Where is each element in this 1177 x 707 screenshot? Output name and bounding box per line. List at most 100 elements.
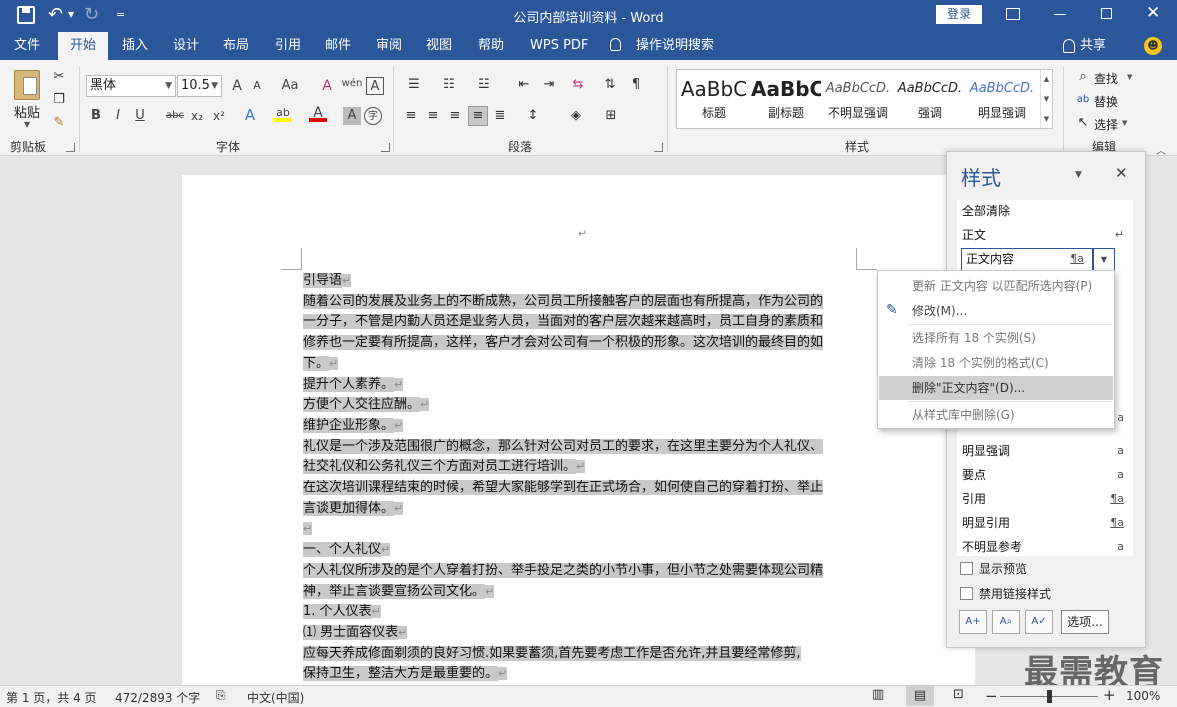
menu-delete-style[interactable]: 删除"正文内容"(D)... <box>879 376 1113 400</box>
replace-button[interactable]: 替换 <box>1094 93 1118 110</box>
smiley-icon[interactable]: ☻ <box>1144 37 1162 55</box>
justify-icon[interactable]: ≡ <box>468 106 488 126</box>
character-shading-icon[interactable]: A <box>343 107 361 125</box>
change-case-icon[interactable]: Aa <box>278 77 302 95</box>
strikethrough-button[interactable]: abc <box>163 107 187 125</box>
zoom-out-icon[interactable]: − <box>985 687 998 705</box>
multilevel-list-icon[interactable]: ☳ <box>473 76 495 94</box>
style-item-clear-all[interactable]: 全部清除 <box>962 199 1132 223</box>
document-paragraph[interactable]: 社交礼仪和公务礼仪三个方面对员工进行培训。↵ <box>303 457 586 477</box>
select-button[interactable]: 选择 <box>1094 116 1118 133</box>
document-paragraph[interactable]: 下。↵ <box>303 354 339 374</box>
style-item-strong[interactable]: 要点 a <box>962 463 1132 487</box>
document-paragraph[interactable]: 在这次培训课程结束的时候，希望大家能够学到在正式场合，如何使自己的穿着打扮、举止 <box>303 478 824 498</box>
menu-modify[interactable]: 修改(M)... <box>879 299 1113 323</box>
tab-references[interactable]: 引用 <box>265 32 311 60</box>
font-size-combo[interactable]: 10.5 ▼ <box>177 75 222 97</box>
paste-dropdown-icon[interactable]: ▼ <box>24 120 30 129</box>
document-paragraph[interactable]: 应每天养成修面剃须的良好习惯.如果要蓄须,首先要考虑工作是否允许,并且要经常修剪… <box>303 644 801 664</box>
paste-button[interactable]: 粘贴 <box>14 102 40 121</box>
zoom-level[interactable]: 100% <box>1126 689 1160 703</box>
subscript-button[interactable]: x₂ <box>188 107 206 125</box>
minimize-icon[interactable] <box>1054 14 1066 15</box>
font-name-combo[interactable]: 黑体 ▼ <box>86 75 176 97</box>
select-dropdown-icon[interactable]: ▼ <box>1122 119 1127 127</box>
bold-button[interactable]: B <box>87 107 105 125</box>
share-button[interactable]: 共享 <box>1070 32 1116 60</box>
find-button[interactable]: 查找 <box>1094 70 1118 87</box>
shading-icon[interactable]: ◈ <box>565 107 587 125</box>
read-mode-icon[interactable]: ▥ <box>872 687 884 702</box>
document-paragraph[interactable]: 一分子，不管是内勤人员还是业务人员，当面对的客户层次越来越高时，员工自身的素质和 <box>303 312 824 332</box>
phonetic-guide-icon[interactable]: wén <box>340 75 364 93</box>
manage-styles-icon[interactable]: A✓ <box>1025 610 1053 634</box>
options-button[interactable]: 选项... <box>1061 610 1109 634</box>
italic-button[interactable]: I <box>109 107 127 125</box>
line-spacing-icon[interactable]: ↕ <box>522 107 544 125</box>
numbering-icon[interactable]: ☷ <box>438 76 460 94</box>
show-preview-checkbox[interactable] <box>960 562 973 575</box>
document-paragraph[interactable]: 维护企业形象。↵ <box>303 416 404 436</box>
document-paragraph[interactable]: 一、个人礼仪↵ <box>303 540 391 560</box>
document-page[interactable]: ↵ <box>182 175 975 685</box>
style-inspector-icon[interactable]: A⌕ <box>992 610 1020 634</box>
grow-font-icon[interactable]: A <box>228 77 246 95</box>
gallery-scroll-down-icon[interactable]: ▼ <box>1040 90 1052 109</box>
find-icon[interactable]: ⌕ <box>1075 68 1091 86</box>
character-border-icon[interactable]: A <box>366 77 384 95</box>
document-paragraph[interactable]: 保持卫生，整洁大方是最重要的。↵ <box>303 664 508 684</box>
document-paragraph[interactable]: 个人礼仪所涉及的是个人穿着打扮、举手投足之类的小节小事，但小节之处需要体现公司精 <box>303 561 824 581</box>
chinese-layout-icon[interactable]: ⇆ <box>567 76 589 94</box>
clipboard-launcher-icon[interactable] <box>66 143 75 152</box>
tab-design[interactable]: 设计 <box>163 32 209 60</box>
style-title[interactable]: AaBbC 标题 <box>679 74 749 126</box>
style-item-normal[interactable]: 正文 ↵ <box>962 223 1132 247</box>
word-count[interactable]: 472/2893 个字 <box>115 689 200 706</box>
copy-icon[interactable]: ❐ <box>50 91 68 109</box>
style-item-intense-emphasis[interactable]: 明显强调 a <box>962 439 1132 463</box>
proofing-icon[interactable]: ⎘ <box>216 688 226 703</box>
style-intense-emphasis[interactable]: AaBbCcD. 明显强调 <box>967 74 1037 126</box>
superscript-button[interactable]: x² <box>210 107 228 125</box>
menu-update-style[interactable]: 更新 正文内容 以匹配所选内容(P) <box>879 274 1113 298</box>
increase-indent-icon[interactable]: ⇥ <box>540 76 558 94</box>
document-paragraph[interactable]: 引导语↵ <box>303 271 352 291</box>
tell-me-search[interactable]: 操作说明搜索 <box>626 32 724 60</box>
tab-review[interactable]: 审阅 <box>366 32 412 60</box>
paste-icon[interactable] <box>14 70 40 100</box>
format-painter-icon[interactable]: ✎ <box>50 114 68 132</box>
tab-mailings[interactable]: 邮件 <box>315 32 361 60</box>
language-status[interactable]: 中文(中国) <box>247 689 304 706</box>
style-subtitle[interactable]: AaBbC 副标题 <box>751 74 821 126</box>
distributed-icon[interactable]: ≣ <box>491 107 509 125</box>
show-marks-icon[interactable]: ¶ <box>627 76 645 94</box>
menu-select-all-instances[interactable]: 选择所有 18 个实例(S) <box>879 326 1113 350</box>
sort-icon[interactable]: ⇅ <box>601 76 619 94</box>
tab-view[interactable]: 视图 <box>416 32 462 60</box>
gallery-more-icon[interactable]: ▼ <box>1040 110 1052 128</box>
web-layout-icon[interactable]: ⊡ <box>953 687 964 702</box>
menu-clear-formatting[interactable]: 清除 18 个实例的格式(C) <box>879 351 1113 375</box>
borders-icon[interactable]: ⊞ <box>600 107 622 125</box>
zoom-in-icon[interactable]: + <box>1103 686 1116 704</box>
font-color-icon[interactable]: A <box>309 104 327 122</box>
pane-options-icon[interactable]: ▼ <box>1075 170 1082 180</box>
align-left-icon[interactable]: ≡ <box>402 107 420 125</box>
pane-close-icon[interactable]: ✕ <box>1115 164 1128 182</box>
style-item-dropdown-button[interactable]: ▼ <box>1093 248 1115 272</box>
tab-file[interactable]: 文件 <box>4 32 50 60</box>
enclose-characters-icon[interactable]: 字 <box>364 107 382 125</box>
style-emphasis[interactable]: AaBbCcD. 强调 <box>895 74 965 126</box>
new-style-icon[interactable]: A+ <box>959 610 987 634</box>
find-dropdown-icon[interactable]: ▼ <box>1127 73 1132 81</box>
login-button[interactable]: 登录 <box>936 5 982 24</box>
collapse-ribbon-icon[interactable]: ︿ <box>1156 142 1166 157</box>
menu-remove-from-gallery[interactable]: 从样式库中删除(G) <box>879 403 1113 427</box>
font-launcher-icon[interactable] <box>381 143 390 152</box>
style-item-quote[interactable]: 引用 ¶a <box>962 487 1132 511</box>
style-item-intense-quote[interactable]: 明显引用 ¶a <box>962 511 1132 535</box>
ribbon-display-options-icon[interactable] <box>1006 8 1020 20</box>
clear-formatting-icon[interactable]: A <box>318 77 336 95</box>
tab-home[interactable]: 开始 <box>58 32 109 60</box>
select-icon[interactable]: ↖ <box>1075 114 1091 132</box>
